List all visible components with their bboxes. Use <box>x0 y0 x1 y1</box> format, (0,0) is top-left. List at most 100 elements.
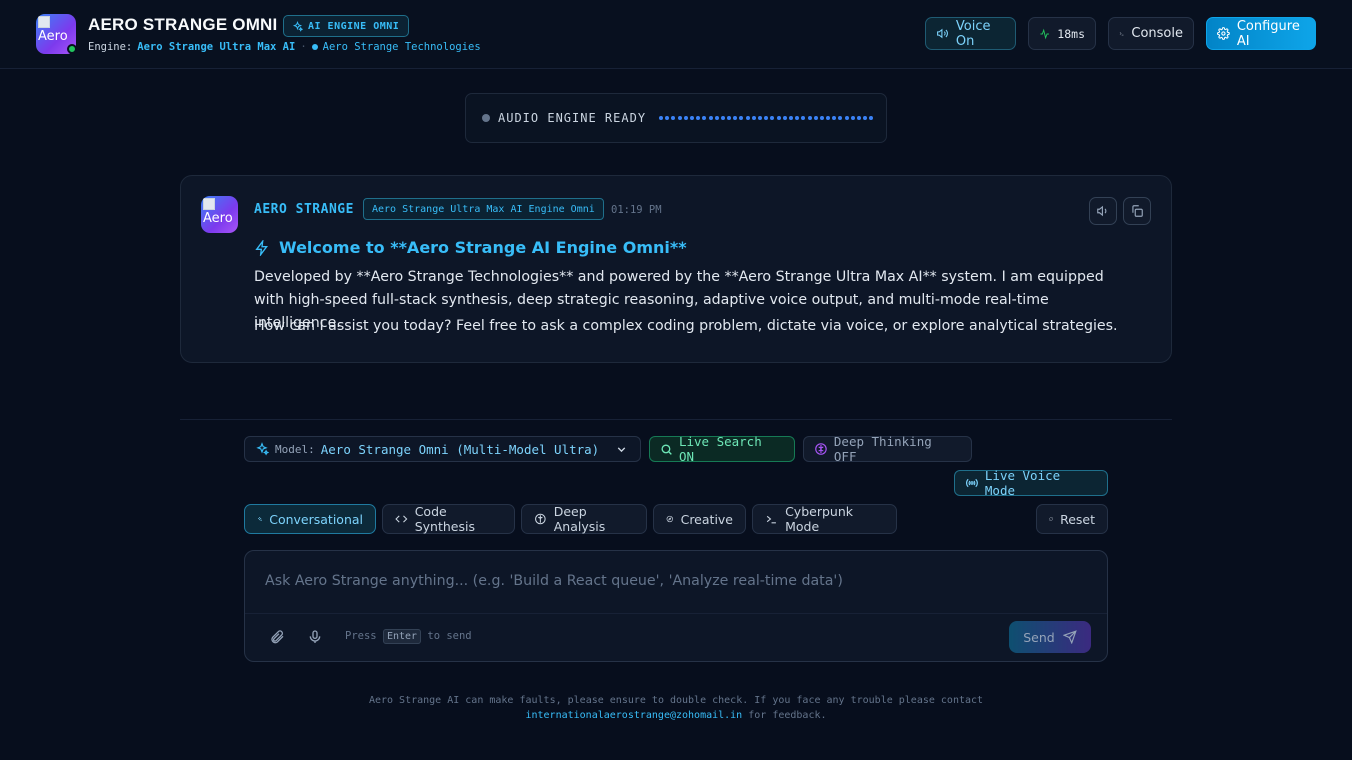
sparkles-icon <box>256 442 269 456</box>
contact-email-link[interactable]: internationalaerostrange@zohomail.in <box>525 710 742 721</box>
read-aloud-button[interactable] <box>1089 197 1117 225</box>
brain-icon <box>815 443 827 455</box>
attach-button[interactable] <box>269 629 285 649</box>
gear-icon <box>1217 27 1230 40</box>
company-name: Aero Strange Technologies <box>322 41 481 53</box>
app-title: AERO STRANGE OMNI <box>88 15 278 34</box>
audio-status-label: AUDIO ENGINE READY <box>498 111 647 125</box>
footer-line: Aero Strange AI can make faults, please … <box>368 695 984 706</box>
waveform-dot <box>720 116 725 120</box>
reset-button[interactable]: Reset <box>1036 504 1108 534</box>
deep-thinking-toggle[interactable]: Deep Thinking OFF <box>803 434 972 464</box>
console-button[interactable]: Console <box>1108 17 1194 50</box>
waveform-dot <box>751 116 756 120</box>
waveform-dot <box>739 116 744 120</box>
live-voice-mode-button[interactable]: Live Voice Mode <box>954 468 1108 498</box>
waveform-dot <box>727 116 732 120</box>
mode-creative[interactable]: Creative <box>653 504 746 534</box>
waveform-dot <box>665 116 670 120</box>
enter-key: Enter <box>382 629 422 644</box>
audio-waveform <box>659 116 874 120</box>
copy-button[interactable] <box>1123 197 1151 225</box>
waveform-dot <box>863 116 868 120</box>
console-label: Console <box>1131 26 1183 41</box>
waveform-dot <box>745 116 750 120</box>
waveform-dot <box>826 116 831 120</box>
company-dot <box>311 44 318 50</box>
waveform-dot <box>807 116 812 120</box>
sparkles-icon <box>257 516 263 522</box>
waveform-dot <box>708 116 713 120</box>
online-status-dot <box>67 44 77 54</box>
speaker-icon <box>937 28 948 39</box>
broken-image-icon <box>203 198 215 210</box>
send-hint: Press Enter to send <box>345 629 472 644</box>
hint-suffix: to send <box>427 630 472 642</box>
waveform-dot <box>850 116 855 120</box>
waveform-dot <box>683 116 688 120</box>
waveform-dot <box>788 116 793 120</box>
message-headline-text: Welcome to **Aero Strange AI Engine Omni… <box>279 238 687 257</box>
mode-label: Cyberpunk Mode <box>785 504 853 534</box>
waveform-dot <box>819 116 824 120</box>
activity-icon <box>1040 28 1049 39</box>
waveform-dot <box>770 116 775 120</box>
broadcast-icon <box>966 478 978 488</box>
mode-cyberpunk[interactable]: Cyberpunk Mode <box>752 504 897 534</box>
model-select[interactable]: Model: Aero Strange Omni (Multi-Model Ul… <box>244 436 641 462</box>
live-search-toggle[interactable]: Live Search ON <box>649 434 795 464</box>
live-search-label: Live Search ON <box>678 434 762 464</box>
mode-code-synthesis[interactable]: Code Synthesis <box>382 504 515 534</box>
waveform-dot <box>776 116 781 120</box>
broken-image-icon <box>38 16 50 28</box>
configure-ai-button[interactable]: Configure AI <box>1206 17 1316 50</box>
waveform-dot <box>659 116 664 120</box>
sparkles-icon <box>292 20 303 32</box>
mode-deep-analysis[interactable]: Deep Analysis <box>521 504 647 534</box>
copy-icon <box>1132 205 1143 217</box>
reset-label: Reset <box>1060 511 1095 527</box>
footer-suffix: for feedback. <box>748 710 827 721</box>
waveform-dot <box>764 116 769 120</box>
compass-icon <box>666 515 673 523</box>
waveform-dot <box>689 116 694 120</box>
speaker-icon <box>1097 205 1107 217</box>
microphone-icon <box>309 630 321 643</box>
live-voice-label: Live Voice Mode <box>984 468 1061 498</box>
message-composer: Press Enter to send Send <box>244 550 1108 662</box>
separator: · <box>300 41 307 53</box>
waveform-dot <box>813 116 818 120</box>
mode-label: Deep Analysis <box>553 504 606 534</box>
assistant-avatar: Aero <box>201 196 238 233</box>
terminal-icon <box>1119 32 1124 36</box>
message-input[interactable] <box>245 551 1107 613</box>
mode-label: Code Synthesis <box>414 504 475 534</box>
engine-badge-label: AI ENGINE OMNI <box>308 20 400 32</box>
search-icon <box>661 444 672 455</box>
voice-toggle-button[interactable]: Voice On <box>925 17 1016 50</box>
message-headline: Welcome to **Aero Strange AI Engine Omni… <box>254 238 687 257</box>
refresh-icon <box>1049 517 1053 521</box>
paperclip-icon <box>271 630 284 644</box>
engine-subline: Engine: Aero Strange Ultra Max AI · Aero… <box>88 41 481 53</box>
microphone-button[interactable] <box>307 629 323 649</box>
send-icon <box>1062 630 1077 644</box>
waveform-dot <box>696 116 701 120</box>
latency-indicator[interactable]: 18ms <box>1028 17 1096 50</box>
assistant-message: Aero AERO STRANGE Aero Strange Ultra Max… <box>180 175 1172 363</box>
waveform-dot <box>677 116 682 120</box>
audio-status-indicator <box>482 114 490 122</box>
code-icon <box>395 515 408 523</box>
model-value: Aero Strange Omni (Multi-Model Ultra) <box>320 441 600 457</box>
message-model-tag: Aero Strange Ultra Max AI Engine Omni <box>363 198 604 220</box>
logo-alt-text: Aero <box>38 29 68 44</box>
app-header: Aero AERO STRANGE OMNI AI ENGINE OMNI En… <box>0 0 1352 69</box>
waveform-dot <box>758 116 763 120</box>
send-button[interactable]: Send <box>1009 621 1091 653</box>
engine-prefix: Engine: <box>88 41 133 53</box>
waveform-dot <box>714 116 719 120</box>
mode-conversational[interactable]: Conversational <box>244 504 376 534</box>
waveform-dot <box>782 116 787 120</box>
waveform-dot <box>832 116 837 120</box>
waveform-dot <box>702 116 707 120</box>
